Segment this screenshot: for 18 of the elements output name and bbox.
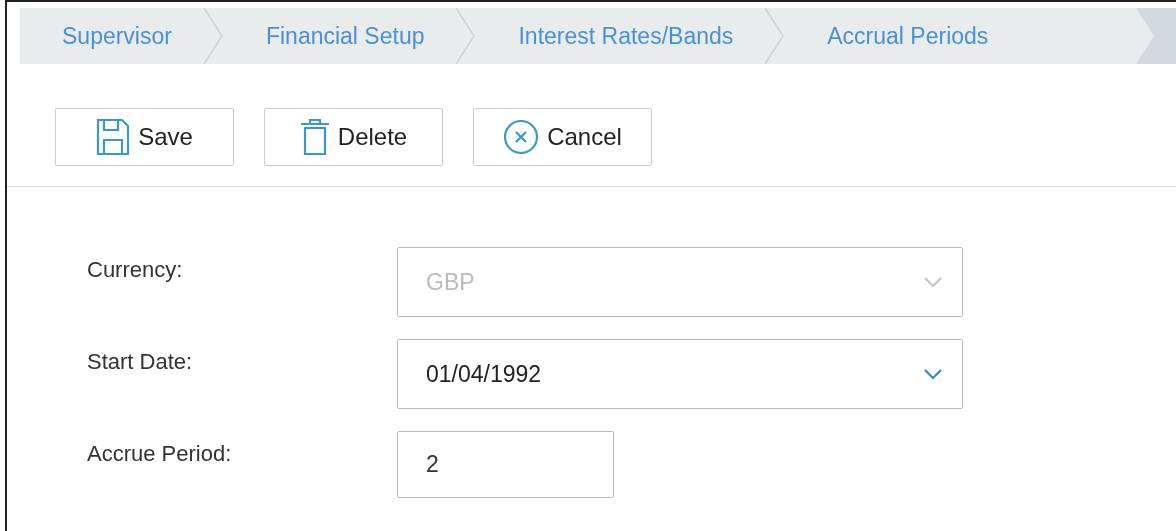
breadcrumb-separator-icon bbox=[201, 8, 224, 64]
field-label: Accrue Period: bbox=[87, 440, 233, 468]
breadcrumb-segment[interactable] bbox=[1136, 8, 1176, 64]
chevron-down-icon bbox=[924, 368, 942, 380]
save-button[interactable]: Save bbox=[55, 108, 234, 166]
dropdown-field[interactable]: 01/04/1992 bbox=[397, 339, 963, 409]
field-label: Start Date: bbox=[87, 348, 194, 376]
chevron-down-icon bbox=[924, 276, 942, 288]
delete-button[interactable]: Delete bbox=[264, 108, 443, 166]
dropdown-field: GBP bbox=[397, 247, 963, 317]
trash-icon bbox=[299, 118, 330, 156]
save-icon bbox=[96, 118, 131, 156]
cancel-icon bbox=[503, 119, 540, 155]
breadcrumb-separator-icon bbox=[454, 8, 477, 64]
field-label: Currency: bbox=[87, 256, 184, 284]
breadcrumb-separator-icon bbox=[763, 8, 786, 64]
text-input-field[interactable]: 2 bbox=[397, 431, 614, 498]
cancel-button[interactable]: Cancel bbox=[473, 108, 652, 166]
